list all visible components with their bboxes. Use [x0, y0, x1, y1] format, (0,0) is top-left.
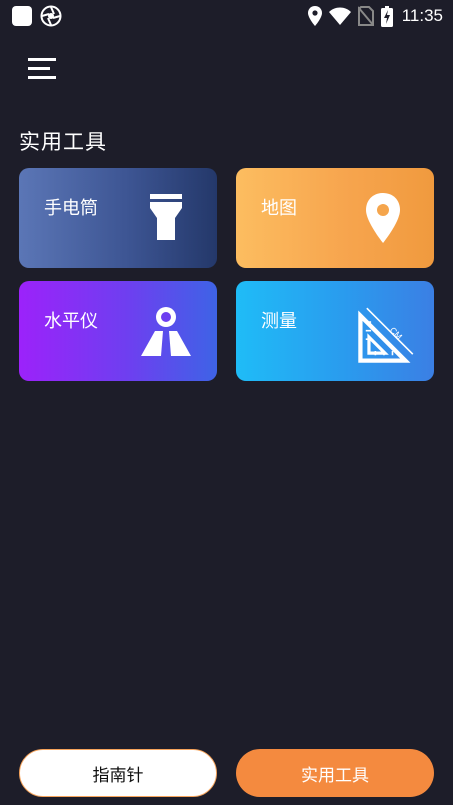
tool-tile-flashlight[interactable]: 手电筒: [19, 168, 217, 268]
level-icon: [141, 307, 191, 356]
nav-tools-button[interactable]: 实用工具: [236, 749, 434, 797]
app-shutter-icon: [40, 5, 62, 27]
ruler-unit-label: CM: [388, 325, 404, 341]
status-time: 11:35: [401, 6, 443, 25]
bottom-nav: 指南针 实用工具: [0, 745, 453, 801]
tool-tile-label: 水平仪: [44, 311, 98, 332]
hamburger-menu-icon: [28, 58, 56, 79]
tool-tile-label: 地图: [261, 198, 297, 219]
status-bar-right: 11:35: [307, 4, 443, 28]
menu-button[interactable]: [22, 56, 62, 86]
status-bar: 11:35: [0, 0, 453, 32]
flashlight-icon: [150, 194, 182, 240]
battery-charging-icon: [380, 5, 393, 27]
tool-tile-map[interactable]: 地图: [236, 168, 434, 268]
tool-tile-label: 手电筒: [44, 198, 98, 219]
status-bar-left: [12, 5, 62, 27]
no-sim-icon: [357, 6, 374, 26]
location-icon: [307, 6, 322, 26]
ruler-triangle-icon: CM: [358, 307, 414, 363]
tool-tile-measure[interactable]: 测量 CM: [236, 281, 434, 381]
nav-compass-button[interactable]: 指南针: [19, 749, 217, 797]
map-pin-icon: [366, 193, 400, 243]
tool-tile-label: 测量: [261, 311, 297, 332]
app-square-icon: [12, 6, 32, 26]
wifi-icon: [328, 7, 351, 25]
tool-tile-level[interactable]: 水平仪: [19, 281, 217, 381]
section-title: 实用工具: [19, 130, 107, 154]
